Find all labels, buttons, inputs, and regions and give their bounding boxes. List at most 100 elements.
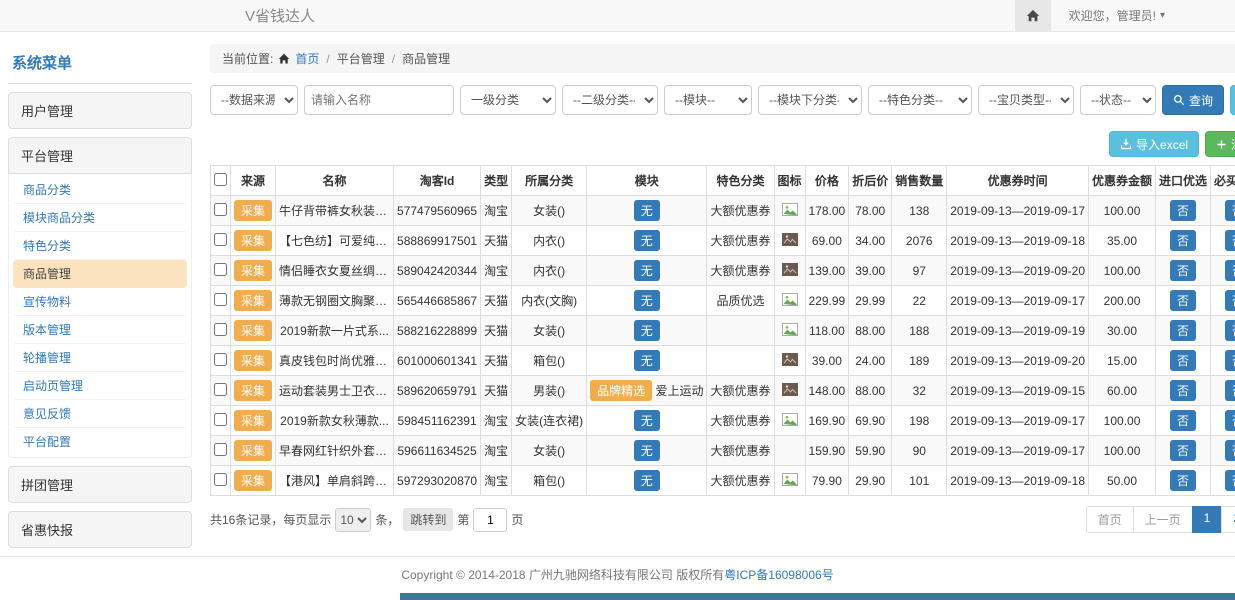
row-checkbox[interactable] (214, 383, 227, 396)
import-flag-button[interactable]: 否 (1170, 200, 1196, 221)
sidebar-group-1[interactable]: 用户管理 (8, 92, 192, 129)
sidebar-item-商品分类[interactable]: 商品分类 (13, 176, 187, 204)
import-flag-button[interactable]: 否 (1170, 410, 1196, 431)
must-buy-flag-button[interactable]: 否 (1225, 200, 1235, 221)
sidebar-group-4[interactable]: 省惠快报 (8, 511, 192, 548)
home-button[interactable] (1015, 0, 1051, 32)
must-buy-flag-button[interactable]: 否 (1225, 260, 1235, 281)
product-table-header: 来源名称淘客Id类型所属分类模块特色分类图标价格折后价销售数量优惠券时间优惠券金… (211, 166, 1235, 196)
module-cell: 无 (587, 196, 707, 226)
row-checkbox[interactable] (214, 413, 227, 426)
import-flag-button[interactable]: 否 (1170, 350, 1196, 371)
import-flag-button[interactable]: 否 (1170, 290, 1196, 311)
search-button[interactable]: 查询 (1162, 85, 1224, 115)
add-button[interactable]: 添加 (1205, 131, 1235, 157)
must-buy-flag-button[interactable]: 否 (1225, 350, 1235, 371)
coupon-time: 2019-09-13—2019-09-20 (947, 346, 1089, 376)
filter-feature-category-select[interactable]: --特色分类-- (868, 85, 972, 115)
filter-level2-category-select[interactable]: --二级分类-- (562, 85, 658, 115)
row-checkbox[interactable] (214, 203, 227, 216)
must-buy-cell: 否 (1211, 316, 1235, 346)
module-badge[interactable]: 无 (634, 260, 660, 281)
page-button-上一页[interactable]: 上一页 (1133, 506, 1193, 533)
filter-status-select[interactable]: --状态-- (1080, 85, 1156, 115)
product-table: 来源名称淘客Id类型所属分类模块特色分类图标价格折后价销售数量优惠券时间优惠券金… (210, 165, 1235, 496)
sidebar-item-宣传物料[interactable]: 宣传物料 (13, 288, 187, 316)
sales-count: 22 (892, 286, 947, 316)
reset-button[interactable]: 重置 (1230, 85, 1235, 115)
must-buy-flag-button[interactable]: 否 (1225, 440, 1235, 461)
module-badge[interactable]: 无 (634, 410, 660, 431)
module-badge[interactable]: 无 (634, 320, 660, 341)
coupon-amount: 100.00 (1089, 406, 1156, 436)
import-flag-button[interactable]: 否 (1170, 470, 1196, 491)
select-all-checkbox[interactable] (214, 173, 227, 186)
import-flag-button[interactable]: 否 (1170, 380, 1196, 401)
sidebar-item-平台配置[interactable]: 平台配置 (13, 428, 187, 455)
import-flag-button[interactable]: 否 (1170, 320, 1196, 341)
module-badge[interactable]: 无 (634, 470, 660, 491)
row-checkbox[interactable] (214, 233, 227, 246)
user-menu[interactable]: 欢迎您，管理员! ▾ (1051, 7, 1235, 24)
must-buy-flag-button[interactable]: 否 (1225, 380, 1235, 401)
import-flag-button[interactable]: 否 (1170, 230, 1196, 251)
sidebar-group-2[interactable]: 平台管理 (8, 137, 192, 174)
source-badge: 采集 (234, 470, 272, 491)
module-badge[interactable]: 无 (634, 290, 660, 311)
filter-item-type-select[interactable]: --宝贝类型-- (978, 85, 1074, 115)
sidebar-group-3[interactable]: 拼团管理 (8, 466, 192, 503)
sidebar-item-版本管理[interactable]: 版本管理 (13, 316, 187, 344)
breadcrumb-home-link[interactable]: 首页 (295, 50, 319, 67)
filter-source-select[interactable]: --数据来源-- (210, 85, 298, 115)
page-size-select[interactable]: 10 (335, 508, 371, 532)
row-checkbox[interactable] (214, 323, 227, 336)
row-select-cell (211, 346, 231, 376)
row-checkbox[interactable] (214, 473, 227, 486)
filter-module-select[interactable]: --模块-- (664, 85, 752, 115)
column-header-销售数量: 销售数量 (892, 166, 947, 196)
sidebar-item-模块商品分类[interactable]: 模块商品分类 (13, 204, 187, 232)
jump-page-input[interactable] (473, 508, 507, 532)
row-checkbox[interactable] (214, 293, 227, 306)
row-checkbox[interactable] (214, 353, 227, 366)
filter-module-subcategory-select[interactable]: --模块下分类-- (758, 85, 862, 115)
sidebar-item-特色分类[interactable]: 特色分类 (13, 232, 187, 260)
jump-button[interactable]: 跳转到 (403, 508, 453, 531)
row-checkbox[interactable] (214, 263, 227, 276)
import-excel-button[interactable]: 导入excel (1109, 131, 1199, 157)
module-badge[interactable]: 品牌精选 (590, 380, 652, 401)
discount-price: 88.00 (849, 316, 892, 346)
import-flag-button[interactable]: 否 (1170, 440, 1196, 461)
pagination-bar: 共16条记录，每页显示 10 条， 跳转到 第 页 首页上一页12下一页末页 (210, 506, 1235, 533)
module-badge[interactable]: 无 (634, 350, 660, 371)
sidebar: 系统菜单 用户管理平台管理商品分类模块商品分类特色分类商品管理宣传物料版本管理轮… (8, 44, 192, 600)
must-buy-flag-button[interactable]: 否 (1225, 470, 1235, 491)
page-button-首页[interactable]: 首页 (1086, 506, 1134, 533)
summary-mid-text: 条， (375, 511, 399, 528)
module-badge[interactable]: 无 (634, 230, 660, 251)
must-buy-flag-button[interactable]: 否 (1225, 290, 1235, 311)
page-button-2[interactable]: 2 (1221, 506, 1235, 533)
module-badge[interactable]: 无 (634, 440, 660, 461)
must-buy-flag-button[interactable]: 否 (1225, 230, 1235, 251)
feature-category (707, 346, 774, 376)
filter-level1-category-select[interactable]: 一级分类 (460, 85, 556, 115)
icp-link[interactable]: 粤ICP备16098006号 (724, 568, 833, 582)
must-buy-flag-button[interactable]: 否 (1225, 410, 1235, 431)
import-flag-button[interactable]: 否 (1170, 260, 1196, 281)
module-cell: 无 (587, 436, 707, 466)
sidebar-item-启动页管理[interactable]: 启动页管理 (13, 372, 187, 400)
page-button-1[interactable]: 1 (1192, 506, 1223, 533)
sidebar-item-轮播管理[interactable]: 轮播管理 (13, 344, 187, 372)
select-all-header (211, 166, 231, 196)
module-badge[interactable]: 无 (634, 200, 660, 221)
product-category: 内衣() (512, 256, 587, 286)
filter-name-input[interactable] (304, 85, 454, 115)
sidebar-item-商品管理[interactable]: 商品管理 (13, 260, 187, 288)
breadcrumb-item-platform: 平台管理 (337, 50, 385, 67)
row-checkbox[interactable] (214, 443, 227, 456)
sidebar-item-意见反馈[interactable]: 意见反馈 (13, 400, 187, 428)
product-type: 天猫 (481, 346, 512, 376)
column-header-进口优选: 进口优选 (1156, 166, 1211, 196)
must-buy-flag-button[interactable]: 否 (1225, 320, 1235, 341)
